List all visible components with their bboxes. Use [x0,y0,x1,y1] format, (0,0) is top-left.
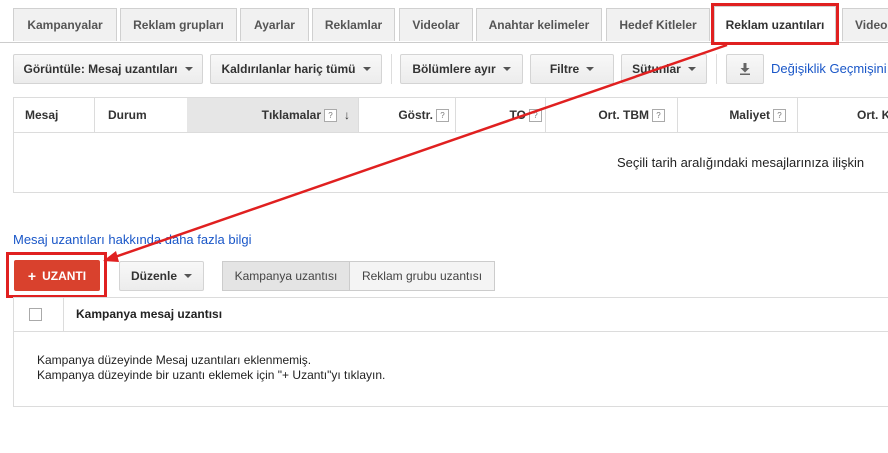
tab-label: Hedef Kitleler [619,18,697,32]
tab-keywords[interactable]: Anahtar kelimeler [476,8,602,41]
select-all-checkbox[interactable] [29,308,42,321]
column-header-status[interactable]: Durum [108,98,147,132]
header-label: Ort. TBM [598,108,649,122]
active-tab-highlight [711,3,839,45]
learn-more-link[interactable]: Mesaj uzantıları hakkında daha fazla bil… [13,232,251,247]
stats-table: Mesaj Durum Tıklamalar ? ↓ Göstr. ? TO ?… [13,97,888,193]
chevron-down-icon [687,67,696,71]
toolbar-divider [391,54,392,84]
empty-state-line: Kampanya düzeyinde bir uzantı eklemek iç… [37,368,386,382]
header-label: Göstr. [398,108,433,122]
tab-settings[interactable]: Ayarlar [240,8,309,41]
adgroup-extension-toggle[interactable]: Reklam grubu uzantısı [349,261,495,291]
filter-dropdown[interactable]: Filtre [530,54,614,84]
column-divider [94,98,95,132]
column-header-impressions[interactable]: Göstr. ? [359,98,451,132]
sort-descending-icon: ↓ [344,108,350,122]
view-dropdown[interactable]: Görüntüle: Mesaj uzantıları [13,54,203,84]
edit-dropdown[interactable]: Düzenle [119,261,204,291]
help-icon[interactable]: ? [652,108,665,122]
columns-dropdown[interactable]: Sütunlar [621,54,707,84]
header-label: Durum [108,108,147,122]
filter-label: Filtre [549,62,580,76]
campaign-extension-toggle[interactable]: Kampanya uzantısı [222,261,350,291]
column-header-cost[interactable]: Maliyet ? [678,98,788,132]
column-divider [63,298,64,331]
adgroup-extension-label: Reklam grubu uzantısı [361,269,483,283]
column-header-clicks[interactable]: Tıklamalar ? ↓ [187,98,358,132]
header-label: Mesaj [25,108,59,122]
tab-label: Videolar [412,18,460,32]
tab-ad-groups[interactable]: Reklam grupları [120,8,237,41]
help-icon[interactable]: ? [529,108,542,122]
extension-table: Kampanya mesaj uzantısı Kampanya düzeyin… [13,297,888,407]
column-header-campaign-extension[interactable]: Kampanya mesaj uzantısı [76,307,222,321]
help-icon[interactable]: ? [773,108,786,122]
campaign-extension-label: Kampanya uzantısı [234,269,338,283]
column-divider [797,98,798,132]
edit-dropdown-label: Düzenle [130,269,177,283]
tab-videos[interactable]: Videolar [399,8,473,41]
column-header-message[interactable]: Mesaj [25,98,58,132]
empty-state-message: Seçili tarih aralığındaki mesajlarınıza … [617,155,865,170]
header-label: Maliyet [729,108,770,122]
download-icon [740,63,750,75]
tab-label: Reklam grupları [133,18,224,32]
removed-filter-label: Kaldırılanlar hariç tümü [221,62,356,76]
tab-label: Ayarlar [254,18,295,32]
tab-audiences[interactable]: Hedef Kitleler [606,8,710,41]
table-header: Kampanya mesaj uzantısı [14,298,888,332]
header-label: Ort. K [857,108,888,122]
column-header-avg-cpc[interactable]: Ort. TBM ? [546,98,667,132]
removed-filter-dropdown[interactable]: Kaldırılanlar hariç tümü [210,54,382,84]
view-dropdown-label: Görüntüle: Mesaj uzantıları [23,62,178,76]
tab-campaigns[interactable]: Kampanyalar [13,8,117,41]
tab-label: Reklamlar [324,18,383,32]
chevron-down-icon [586,67,595,71]
chevron-down-icon [362,67,371,71]
header-label: TO [509,108,526,122]
download-button[interactable] [726,54,764,84]
help-icon[interactable]: ? [324,108,337,122]
chevron-down-icon [502,67,511,71]
segment-dropdown[interactable]: Bölümlere ayır [400,54,523,84]
columns-label: Sütunlar [632,62,681,76]
empty-state-line: Kampanya düzeyinde Mesaj uzantıları ekle… [37,353,312,367]
chevron-down-icon [184,67,193,71]
chevron-down-icon [184,274,192,278]
table-header: Mesaj Durum Tıklamalar ? ↓ Göstr. ? TO ?… [14,98,888,133]
help-icon[interactable]: ? [436,108,449,122]
tab-label: Anahtar kelimeler [488,18,590,32]
change-history-link[interactable]: Değişiklik Geçmişini [771,61,887,76]
segment-label: Bölümlere ayır [412,62,496,76]
toolbar-divider [716,54,717,84]
tab-video[interactable]: Video [842,8,888,41]
tab-label: Kampanyalar [27,18,103,32]
empty-state-message: Kampanya düzeyinde Mesaj uzantıları ekle… [37,353,385,383]
column-header-ctr[interactable]: TO ? [456,98,544,132]
add-button-highlight [6,252,107,298]
tab-label: Video [855,18,888,32]
column-header-avg-more[interactable]: Ort. K [857,98,888,132]
header-label: Tıklamalar [261,108,321,122]
tab-ads[interactable]: Reklamlar [312,8,395,41]
